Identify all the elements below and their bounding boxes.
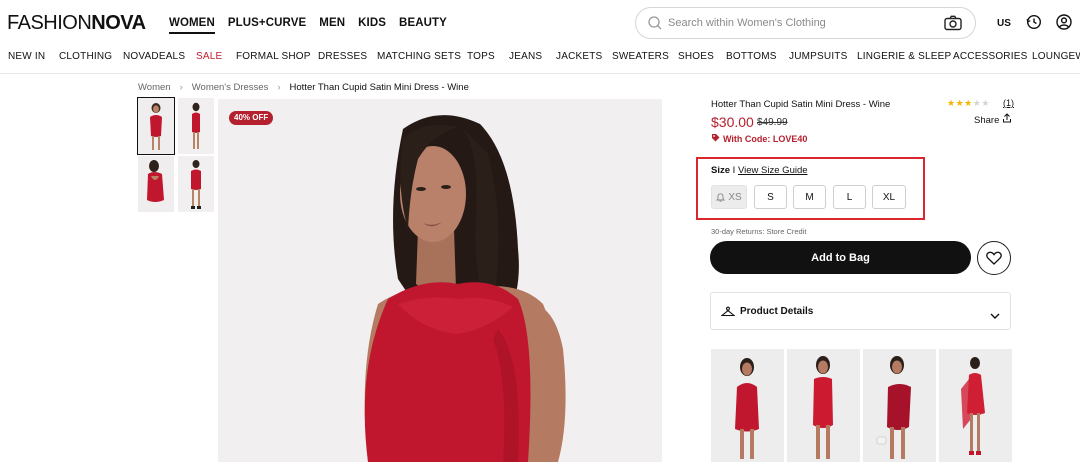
related-product-image[interactable]: [711, 349, 784, 462]
breadcrumb-womens-dresses[interactable]: Women's Dresses: [192, 82, 269, 93]
category-accessories[interactable]: ACCESSORIES: [953, 51, 1027, 62]
review-count[interactable]: (1): [1003, 98, 1014, 108]
category-sweaters[interactable]: SWEATERS: [612, 51, 669, 62]
product-details-label: Product Details: [740, 306, 814, 317]
category-tops[interactable]: TOPS: [467, 51, 495, 62]
bell-icon: [716, 192, 726, 202]
category-jumpsuits[interactable]: JUMPSUITS: [789, 51, 847, 62]
size-button-xl[interactable]: XL: [872, 185, 906, 209]
thumbnail-side[interactable]: [178, 98, 214, 154]
site-header: FASHIONNOVA WOMEN PLUS+CURVE MEN KIDS BE…: [0, 0, 1080, 46]
category-lingerie-sleep[interactable]: LINGERIE & SLEEP: [857, 51, 951, 62]
category-loungewear[interactable]: LOUNGEWE: [1032, 51, 1080, 62]
chevron-down-icon: [990, 307, 1000, 325]
logo-text-nova: NOVA: [91, 12, 146, 34]
nav-plus-curve[interactable]: PLUS+CURVE: [228, 16, 306, 34]
discount-badge: 40% OFF: [229, 111, 274, 125]
category-jeans[interactable]: JEANS: [509, 51, 542, 62]
share-icon: [1002, 113, 1012, 126]
category-matching-sets[interactable]: MATCHING SETS: [377, 51, 461, 62]
nav-kids[interactable]: KIDS: [358, 16, 386, 34]
original-price: $49.99: [757, 117, 788, 128]
size-xs-label: XS: [728, 191, 742, 203]
size-button-m[interactable]: M: [793, 185, 826, 209]
star-icon: ★: [981, 98, 990, 108]
top-nav: WOMEN PLUS+CURVE MEN KIDS BEAUTY: [169, 16, 447, 34]
main-product-image[interactable]: [218, 99, 662, 462]
category-formal-shop[interactable]: FORMAL SHOP: [236, 51, 311, 62]
history-icon[interactable]: [1026, 14, 1042, 35]
promo-code-text: With Code: LOVE40: [723, 133, 808, 144]
search-icon: [647, 15, 663, 36]
breadcrumb-women[interactable]: Women: [138, 82, 171, 93]
region-selector[interactable]: US: [997, 18, 1011, 29]
fashionnova-logo[interactable]: FASHIONNOVA: [7, 12, 146, 34]
thumbnail-back[interactable]: [138, 156, 174, 212]
nav-women[interactable]: WOMEN: [169, 16, 215, 34]
returns-policy: 30-day Returns: Store Credit: [711, 227, 807, 236]
category-jackets[interactable]: JACKETS: [556, 51, 602, 62]
nav-men[interactable]: MEN: [319, 16, 345, 34]
star-icon: ★: [955, 98, 965, 108]
thumbnail-full[interactable]: [178, 156, 214, 212]
rating-stars[interactable]: ★★★★★: [947, 98, 990, 109]
nav-beauty[interactable]: BEAUTY: [399, 16, 447, 34]
logo-text-fashion: FASHION: [7, 12, 92, 34]
tag-icon: [711, 133, 720, 144]
category-dresses[interactable]: DRESSES: [318, 51, 367, 62]
thumbnail-front[interactable]: [137, 97, 175, 155]
add-to-bag-button[interactable]: Add to Bag: [710, 241, 971, 274]
category-shoes[interactable]: SHOES: [678, 51, 714, 62]
share-button[interactable]: Share: [974, 113, 1012, 126]
size-separator: I: [732, 165, 736, 176]
size-label: Size I: [711, 165, 735, 176]
star-icon: ★: [947, 98, 956, 108]
category-nav: NEW IN CLOTHING NOVADEALS SALE FORMAL SH…: [0, 46, 1080, 74]
account-icon[interactable]: [1056, 14, 1072, 35]
related-product-image[interactable]: [787, 349, 860, 462]
size-guide-link[interactable]: View Size Guide: [738, 165, 808, 176]
share-label: Share: [974, 115, 1000, 126]
breadcrumb: Women › Women's Dresses › Hotter Than Cu…: [138, 82, 469, 93]
related-product-image[interactable]: [939, 349, 1012, 462]
promo-code: With Code: LOVE40: [711, 133, 807, 144]
heart-icon: [986, 251, 1002, 265]
camera-search-icon[interactable]: [944, 15, 962, 36]
chevron-right-icon: ›: [277, 82, 281, 93]
product-details-accordion[interactable]: Product Details: [710, 292, 1011, 330]
category-new-in[interactable]: NEW IN: [8, 51, 45, 62]
star-icon: ★: [964, 98, 973, 108]
wishlist-button[interactable]: [977, 241, 1011, 275]
category-novadeals[interactable]: NOVADEALS: [123, 51, 185, 62]
category-sale[interactable]: SALE: [196, 51, 222, 62]
sale-price: $30.00: [711, 114, 754, 130]
size-button-s[interactable]: S: [754, 185, 787, 209]
breadcrumb-current: Hotter Than Cupid Satin Mini Dress - Win…: [289, 82, 469, 93]
category-clothing[interactable]: CLOTHING: [59, 51, 112, 62]
category-bottoms[interactable]: BOTTOMS: [726, 51, 777, 62]
search-bar[interactable]: Search within Women's Clothing: [635, 7, 976, 39]
related-product-image[interactable]: [863, 349, 936, 462]
search-input[interactable]: Search within Women's Clothing: [668, 17, 826, 29]
size-label-text: Size: [711, 165, 731, 176]
hanger-icon: [720, 305, 736, 323]
size-button-xs[interactable]: XS: [711, 185, 747, 209]
product-title: Hotter Than Cupid Satin Mini Dress - Win…: [711, 99, 891, 110]
chevron-right-icon: ›: [179, 82, 183, 93]
size-button-l[interactable]: L: [833, 185, 866, 209]
